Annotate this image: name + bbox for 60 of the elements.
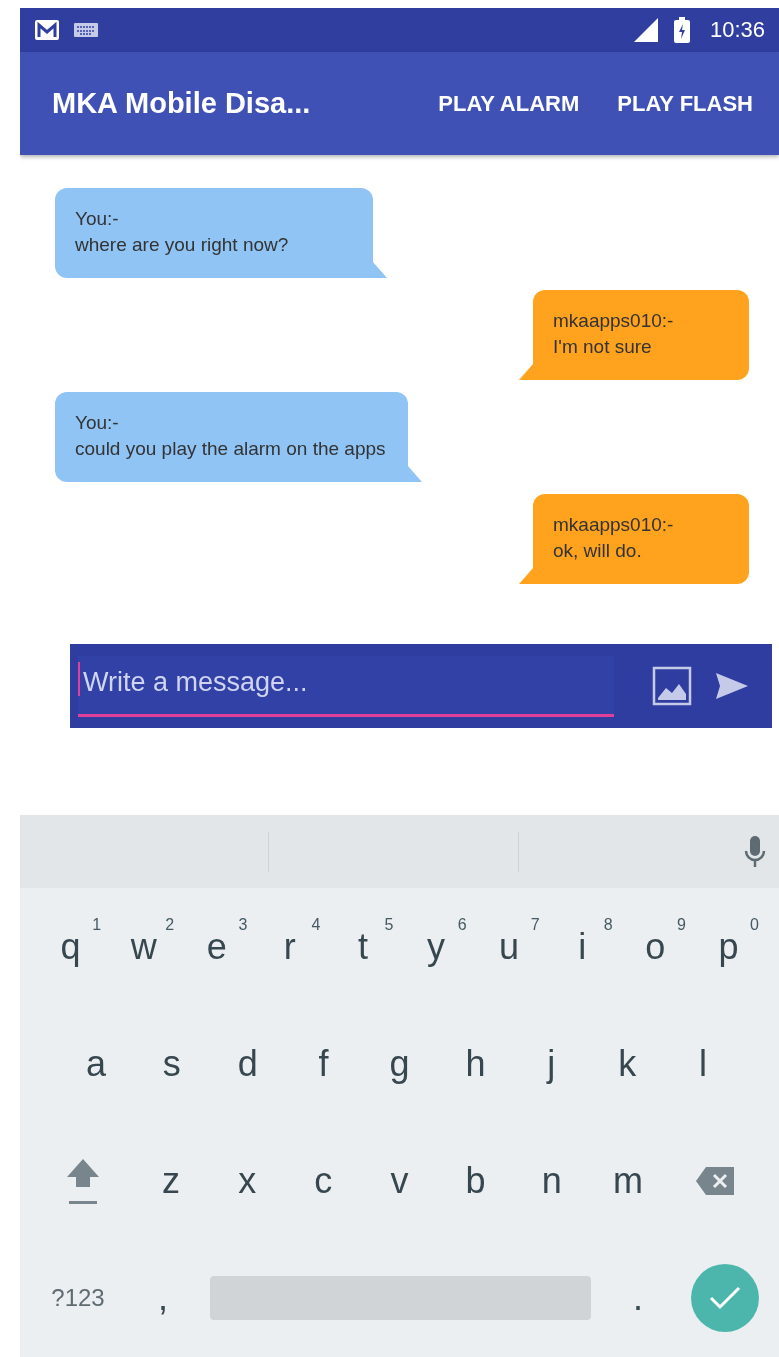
- send-icon: [714, 671, 750, 701]
- message-text: ok, will do.: [553, 539, 643, 563]
- action-button[interactable]: PLAY ALARM: [430, 82, 588, 125]
- message-text: where are you right now?: [75, 233, 290, 257]
- mail-icon: [34, 19, 60, 41]
- key[interactable]: y 6: [399, 901, 473, 992]
- key[interactable]: l: [665, 1018, 741, 1109]
- key-hint: 7: [530, 915, 540, 934]
- status-time: 10:36: [709, 17, 765, 43]
- key-hint: 6: [457, 915, 467, 934]
- key[interactable]: g: [361, 1018, 438, 1109]
- message-text: could you play the alarm on the apps: [75, 437, 386, 461]
- key[interactable]: m: [589, 1136, 666, 1227]
- battery-icon: [673, 17, 690, 43]
- key[interactable]: w 2: [107, 901, 181, 992]
- key[interactable]: o 9: [618, 901, 692, 992]
- message-text: I'm not sure: [553, 335, 653, 359]
- key[interactable]: t 5: [326, 901, 400, 992]
- action-button[interactable]: PLAY FLASH: [609, 82, 761, 125]
- microphone-icon: [743, 833, 767, 870]
- key[interactable]: j: [513, 1018, 590, 1109]
- sender-name: mkaapps010:-: [553, 309, 675, 333]
- key[interactable]: n: [513, 1136, 590, 1227]
- key[interactable]: x: [209, 1136, 286, 1227]
- sender-name: mkaapps010:-: [553, 513, 675, 537]
- key[interactable]: q 1: [34, 901, 108, 992]
- app-title: MKA Mobile Disa...: [52, 87, 312, 120]
- key[interactable]: h: [437, 1018, 514, 1109]
- key-hint: 5: [384, 915, 394, 934]
- image-icon: [652, 666, 692, 706]
- key[interactable]: c: [285, 1136, 362, 1227]
- key[interactable]: u 7: [472, 901, 546, 992]
- sender-name: You:-: [75, 207, 120, 231]
- sender-name: You:-: [75, 411, 120, 435]
- key-hint: 3: [238, 915, 248, 934]
- key[interactable]: i 8: [545, 901, 619, 992]
- key[interactable]: f: [285, 1018, 362, 1109]
- key-hint: 1: [92, 915, 102, 934]
- key[interactable]: v: [361, 1136, 438, 1227]
- key-hint: 8: [603, 915, 613, 934]
- key[interactable]: p 0: [691, 901, 765, 992]
- key[interactable]: b: [437, 1136, 514, 1227]
- key-hint: 9: [676, 915, 686, 934]
- key-hint: 0: [750, 915, 759, 934]
- key[interactable]: r 4: [253, 901, 327, 992]
- key-hint: 4: [311, 915, 321, 934]
- key[interactable]: k: [589, 1018, 666, 1109]
- key[interactable]: a: [58, 1018, 134, 1109]
- key[interactable]: e 3: [180, 901, 254, 992]
- keyboard-icon: [74, 23, 98, 37]
- symbols-key[interactable]: ?123: [30, 1253, 126, 1344]
- key[interactable]: .: [601, 1253, 675, 1344]
- backspace-icon: [694, 1165, 737, 1198]
- check-icon: [708, 1285, 742, 1312]
- key-hint: 2: [165, 915, 175, 934]
- key[interactable]: z: [133, 1136, 210, 1227]
- key[interactable]: d: [209, 1018, 286, 1109]
- key[interactable]: ,: [126, 1253, 200, 1344]
- message-field[interactable]: Write a message...: [78, 655, 614, 717]
- key[interactable]: s: [133, 1018, 210, 1109]
